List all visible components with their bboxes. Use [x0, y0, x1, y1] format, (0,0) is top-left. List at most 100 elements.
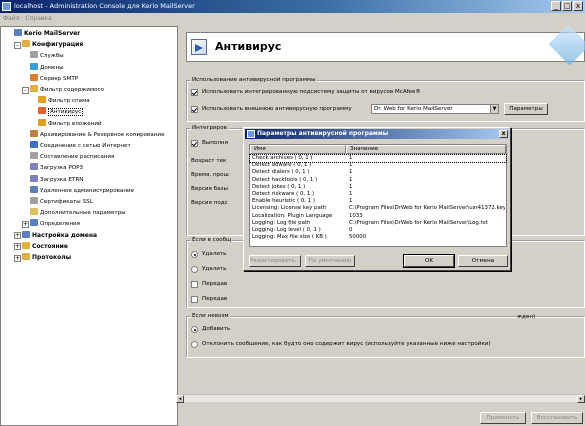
tree-item[interactable]: Домены	[30, 62, 64, 73]
expand-icon[interactable]: +	[22, 220, 29, 228]
tree-item-label: Домены	[40, 64, 64, 71]
info-row-sub-version: Версия подс	[191, 200, 228, 206]
param-row[interactable]: Logging: Log file path C:\Program Files\D…	[250, 220, 506, 227]
apply-button[interactable]: Применить	[480, 412, 526, 424]
param-row[interactable]: Detect hacktools ( 0, 1 ) 1	[250, 177, 506, 184]
expand-icon[interactable]: +	[14, 243, 21, 251]
param-name: Detect adware ( 0, 1 )	[252, 162, 312, 169]
add-label-tail: жден)	[517, 314, 536, 320]
forward-label-1: Передав	[202, 281, 228, 287]
param-row[interactable]: Logging: Max file size ( KB ) 50000	[250, 234, 506, 241]
tree-item[interactable]: Протоколы	[22, 253, 71, 263]
param-row[interactable]: Logging: Log level ( 0, 1 ) 0	[250, 227, 506, 234]
expand-icon[interactable]: +	[14, 254, 21, 262]
param-value: C:\Program Files\DrWeb for Kerio MailSer…	[349, 205, 505, 212]
param-row[interactable]: Enable heuristic ( 0, 1 ) 1	[250, 198, 506, 205]
antivirus-select[interactable]: Dr. Web for Kerio MailServer ▼	[371, 104, 499, 114]
delete-label-2: Удалить	[202, 266, 227, 272]
tree-item[interactable]: Загрузка POP3	[30, 163, 83, 173]
scroll-left-icon[interactable]: ◂	[176, 395, 184, 403]
param-value: 1	[349, 183, 353, 190]
expand-icon[interactable]: +	[14, 232, 21, 240]
ok-button[interactable]: OK	[403, 254, 455, 268]
minimize-button[interactable]: _	[551, 1, 561, 11]
delete-radio[interactable]	[191, 251, 198, 258]
tree-item[interactable]: Соединение с сетью Интернет	[30, 141, 131, 151]
tree-item[interactable]: Kerio MailServer	[14, 29, 80, 39]
tree-item-icon	[22, 40, 30, 48]
forward-checkbox-2[interactable]	[191, 296, 198, 303]
add-radio[interactable]	[191, 326, 198, 333]
tree-item[interactable]: Конфигурация	[22, 40, 83, 50]
tree-item[interactable]: Составление расписания	[30, 152, 114, 162]
param-row[interactable]: Check archives ( 0, 1 ) 1	[249, 153, 507, 164]
tree-item[interactable]: Архивирование & Резервное копирование	[30, 129, 165, 140]
tree-item-icon	[30, 129, 38, 137]
param-row[interactable]: Detect adware ( 0, 1 ) 1	[250, 162, 506, 169]
tree-item-label: Сертификаты SSL	[40, 199, 93, 205]
tree-item-icon	[30, 185, 38, 193]
tree-item[interactable]: Фильтр спама	[38, 96, 90, 106]
tree-item-icon	[38, 107, 46, 115]
param-row[interactable]: Localization: Plugin Language 1033	[250, 213, 506, 220]
delete-radio-2[interactable]	[191, 266, 198, 273]
tree-item[interactable]: Антивирус	[38, 107, 84, 117]
edit-button[interactable]: Редактировать...	[249, 255, 301, 267]
param-name: Logging: Log level ( 0, 1 )	[252, 227, 321, 233]
collapse-icon[interactable]: -	[14, 41, 21, 49]
tree-item-icon	[30, 208, 38, 216]
usage-group: Использование антивирусной программы Исп…	[186, 77, 585, 122]
info-row-age: Возраст тек	[191, 158, 227, 164]
tree-item[interactable]: Загрузка ETRN	[30, 174, 83, 185]
tree-item[interactable]: Состояние	[22, 241, 68, 252]
execute-label: Выполня	[202, 140, 228, 146]
tree-item[interactable]: Сервер SMTP	[30, 73, 78, 84]
param-value: 1	[349, 176, 353, 183]
chevron-down-icon[interactable]: ▼	[490, 105, 498, 113]
maximize-button[interactable]: □	[562, 1, 572, 11]
tree-item[interactable]: Настройка домена	[22, 230, 97, 241]
restore-button[interactable]: Восстановить	[531, 412, 583, 424]
tree-item[interactable]: Сертификаты SSL	[30, 197, 93, 207]
forward-checkbox-1[interactable]	[191, 281, 198, 288]
column-header-name[interactable]: Имя	[250, 145, 346, 154]
horizontal-scrollbar[interactable]: ◂ ▸	[176, 394, 585, 403]
execute-checkbox[interactable]	[191, 140, 198, 147]
param-row[interactable]: Licensing: License key path C:\Program Fi…	[250, 205, 506, 212]
tree-item-label: Конфигурация	[32, 41, 84, 49]
menu-bar[interactable]: Файл · Справка	[0, 13, 585, 24]
antivirus-select-value: Dr. Web for Kerio MailServer	[374, 106, 453, 112]
column-header-value[interactable]: Значение	[346, 145, 506, 154]
tree-item-label: Протоколы	[32, 254, 72, 261]
param-row[interactable]: Detect riskware ( 0, 1 ) 1	[250, 191, 506, 198]
scroll-right-icon[interactable]: ▸	[577, 395, 585, 403]
param-name: Localization: Plugin Language	[252, 212, 333, 219]
forward-label-2: Передав	[202, 296, 228, 302]
tree-item-label: Службы	[40, 53, 64, 60]
close-button[interactable]: x	[573, 1, 583, 11]
tree-item[interactable]: Удаленное администрирование	[30, 185, 134, 196]
param-row[interactable]: Detect jokes ( 0, 1 ) 1	[250, 184, 506, 191]
builtin-antivirus-checkbox[interactable]	[191, 89, 198, 96]
reject-radio[interactable]	[191, 341, 198, 348]
window-titlebar[interactable]: localhost - Administration Console для K…	[0, 0, 585, 13]
tree-item[interactable]: Фильтр содержимого	[30, 85, 104, 95]
param-name: Detect riskware ( 0, 1 )	[252, 191, 315, 197]
param-row[interactable]: Detect dialers ( 0, 1 ) 1	[250, 169, 506, 176]
collapse-icon[interactable]: -	[22, 86, 29, 94]
dialog-title: Параметры антивирусной программы	[257, 130, 389, 137]
dialog-titlebar[interactable]: Параметры антивирусной программы x	[245, 129, 509, 139]
dialog-close-button[interactable]: x	[499, 130, 508, 138]
tree-item-icon	[30, 85, 38, 92]
navigation-tree[interactable]: Kerio MailServer Конфигурация - Службы Домен…	[0, 26, 178, 426]
default-button[interactable]: По умолчанию	[305, 255, 355, 267]
tree-item[interactable]: Фильтр вложений	[38, 118, 102, 129]
tree-item[interactable]: Определения	[30, 219, 80, 229]
cancel-button[interactable]: Отмена	[458, 255, 508, 267]
tree-item[interactable]: Дополнительные параметры	[30, 208, 126, 218]
external-antivirus-checkbox[interactable]	[191, 106, 198, 113]
params-list[interactable]: Имя Значение Check archives ( 0, 1 ) 1 Det…	[249, 144, 507, 247]
tree-item[interactable]: Службы	[30, 51, 64, 61]
parameters-button[interactable]: Параметры	[504, 103, 548, 115]
tree-item-label: Составление расписания	[40, 154, 115, 161]
